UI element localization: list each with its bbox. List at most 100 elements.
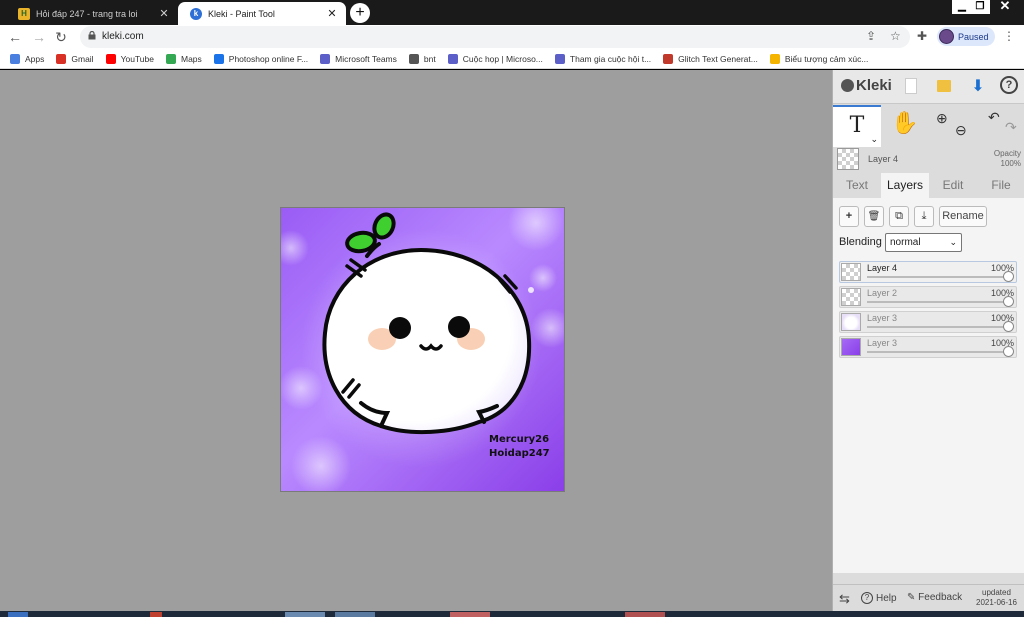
profile-button[interactable]: Paused bbox=[937, 27, 995, 46]
forward-icon[interactable]: → bbox=[30, 28, 48, 46]
tab-close-icon[interactable]: ✕ bbox=[156, 7, 172, 20]
bookmark-favicon-icon bbox=[165, 53, 176, 64]
layer-opacity-slider-handle[interactable] bbox=[1003, 296, 1014, 307]
chevron-down-icon: ⌄ bbox=[949, 237, 957, 247]
help-icon: ? bbox=[861, 592, 873, 604]
tab-layers[interactable]: Layers bbox=[881, 173, 929, 198]
kleki-logo[interactable]: Kleki bbox=[841, 77, 892, 94]
open-folder-icon[interactable] bbox=[937, 80, 951, 92]
os-taskbar bbox=[0, 611, 1024, 617]
bookmark-item[interactable]: Microsoft Teams bbox=[320, 53, 397, 64]
layer-opacity-track[interactable] bbox=[867, 351, 1012, 353]
current-layer-info: Layer 4 Opacity 100% bbox=[833, 147, 1024, 173]
bookmark-star-icon[interactable]: ☆ bbox=[890, 29, 901, 43]
layer-row[interactable]: Layer 3 100% bbox=[839, 336, 1017, 358]
signature-line-1: Mercury26 bbox=[489, 434, 549, 445]
bookmark-favicon-icon bbox=[56, 53, 67, 64]
swap-side-icon[interactable]: ⇆ bbox=[839, 591, 850, 607]
help-icon[interactable]: ? bbox=[1000, 76, 1018, 94]
extensions-icon[interactable]: ✚ bbox=[917, 29, 927, 43]
bookmark-item[interactable]: Cuộc họp | Microso... bbox=[447, 53, 543, 64]
bookmarks-bar: Apps Gmail YouTube Maps Photoshop online F..… bbox=[0, 49, 1024, 69]
artwork: Mercury26 Hoidap247 bbox=[281, 208, 564, 491]
feedback-link[interactable]: ✎ Feedback bbox=[907, 592, 962, 603]
lock-icon bbox=[88, 31, 96, 40]
tab-close-icon[interactable]: ✕ bbox=[324, 7, 340, 20]
share-icon[interactable]: ⇪ bbox=[866, 29, 876, 43]
kleki-favicon-icon: k bbox=[190, 7, 202, 20]
close-window-button[interactable]: ✕ bbox=[990, 0, 1020, 14]
bookmark-item[interactable]: Glitch Text Generat... bbox=[663, 53, 758, 64]
bookmark-label: Microsoft Teams bbox=[335, 53, 397, 64]
canvas-workspace[interactable]: Mercury26 Hoidap247 bbox=[0, 70, 832, 611]
taskbar-app-icon[interactable] bbox=[450, 612, 490, 617]
taskbar-app-icon[interactable] bbox=[8, 612, 28, 617]
text-tool-icon: T bbox=[849, 113, 865, 138]
tab-title: Kleki - Paint Tool bbox=[208, 8, 275, 19]
text-tool-button[interactable]: T ⌄ bbox=[833, 105, 881, 147]
taskbar-app-icon[interactable] bbox=[625, 612, 665, 617]
bookmark-label: Gmail bbox=[71, 53, 94, 64]
add-layer-button[interactable]: + bbox=[839, 206, 859, 227]
bookmark-item[interactable]: Tham gia cuộc hội t... bbox=[554, 53, 651, 64]
maximize-button[interactable]: ❐ bbox=[970, 0, 990, 14]
redo-icon[interactable]: ↷ bbox=[1005, 119, 1017, 136]
bookmark-item[interactable]: Photoshop online F... bbox=[213, 53, 308, 64]
address-bar[interactable]: kleki.com ⇪ ☆ bbox=[80, 26, 910, 48]
layer-opacity-track[interactable] bbox=[867, 276, 1012, 278]
tab-text[interactable]: Text bbox=[833, 173, 881, 198]
layer-row[interactable]: Layer 2 100% bbox=[839, 286, 1017, 308]
bookmark-item[interactable]: YouTube bbox=[105, 53, 154, 64]
reload-icon[interactable]: ↻ bbox=[52, 28, 70, 46]
help-link[interactable]: ? Help bbox=[861, 592, 897, 604]
undo-icon[interactable]: ↶ bbox=[988, 109, 1000, 126]
bookmark-item[interactable]: Gmail bbox=[56, 53, 94, 64]
layer-opacity-track[interactable] bbox=[867, 326, 1012, 328]
new-tab-button[interactable]: + bbox=[350, 3, 370, 23]
zoom-in-icon[interactable]: ⊕ bbox=[936, 110, 948, 127]
layer-opacity-track[interactable] bbox=[867, 301, 1012, 303]
eye-left bbox=[389, 317, 411, 339]
bokeh-circle bbox=[529, 264, 557, 292]
duplicate-layer-button[interactable]: ⧉ bbox=[889, 206, 909, 227]
layer-opacity-slider-handle[interactable] bbox=[1003, 346, 1014, 357]
layer-row[interactable]: Layer 3 100% bbox=[839, 311, 1017, 333]
minimize-button[interactable]: ▁ bbox=[952, 0, 972, 14]
delete-layer-button[interactable]: 🗑 bbox=[864, 206, 884, 227]
updated-label: updated bbox=[982, 588, 1011, 597]
download-icon[interactable]: ⬇ bbox=[968, 76, 988, 96]
rename-layer-button[interactable]: Rename bbox=[939, 206, 987, 227]
tab-edit[interactable]: Edit bbox=[929, 173, 977, 198]
logo-text: Kleki bbox=[856, 77, 892, 94]
hand-tool-icon[interactable]: ✋ bbox=[891, 110, 918, 140]
layer-row[interactable]: Layer 4 100% bbox=[839, 261, 1017, 283]
layer-name: Layer 3 bbox=[867, 338, 898, 348]
tab-file[interactable]: File bbox=[977, 173, 1024, 198]
kebab-menu-icon[interactable]: ⋮ bbox=[1003, 29, 1015, 43]
taskbar-app-icon[interactable] bbox=[150, 612, 162, 617]
layer-name: Layer 2 bbox=[867, 288, 898, 298]
taskbar-app-icon[interactable] bbox=[285, 612, 325, 617]
taskbar-app-icon[interactable] bbox=[335, 612, 375, 617]
profile-status: Paused bbox=[958, 31, 989, 42]
current-layer-thumbnail bbox=[837, 148, 859, 170]
layer-opacity-slider-handle[interactable] bbox=[1003, 321, 1014, 332]
feedback-icon: ✎ bbox=[907, 592, 919, 603]
chevron-down-icon[interactable]: ⌄ bbox=[870, 136, 878, 145]
drawing-canvas[interactable]: Mercury26 Hoidap247 bbox=[280, 207, 565, 492]
tab-kleki[interactable]: k Kleki - Paint Tool ✕ bbox=[178, 2, 346, 25]
bookmark-item[interactable]: Apps bbox=[10, 53, 44, 64]
back-icon[interactable]: ← bbox=[6, 28, 24, 46]
merge-down-button[interactable]: ⤓ bbox=[914, 206, 934, 227]
tab-hoidap247[interactable]: H Hỏi đáp 247 - trang tra loi ✕ bbox=[6, 2, 178, 25]
bookmark-item[interactable]: Maps bbox=[165, 53, 202, 64]
kleki-side-panel: Kleki ⬇ ? T ⌄ ✋ ⊕ ⊖ ↶ ↷ Layer 4 Opacity … bbox=[832, 70, 1024, 611]
blending-mode-select[interactable]: normal ⌄ bbox=[885, 233, 962, 252]
bookmark-favicon-icon bbox=[10, 53, 20, 64]
layer-opacity-slider-handle[interactable] bbox=[1003, 271, 1014, 282]
zoom-out-icon[interactable]: ⊖ bbox=[955, 122, 967, 139]
new-image-icon[interactable] bbox=[905, 78, 917, 94]
bookmark-item[interactable]: bnt bbox=[408, 53, 436, 64]
bookmark-label: bnt bbox=[423, 53, 436, 64]
bookmark-item[interactable]: Biểu tượng cảm xúc... bbox=[769, 53, 868, 64]
